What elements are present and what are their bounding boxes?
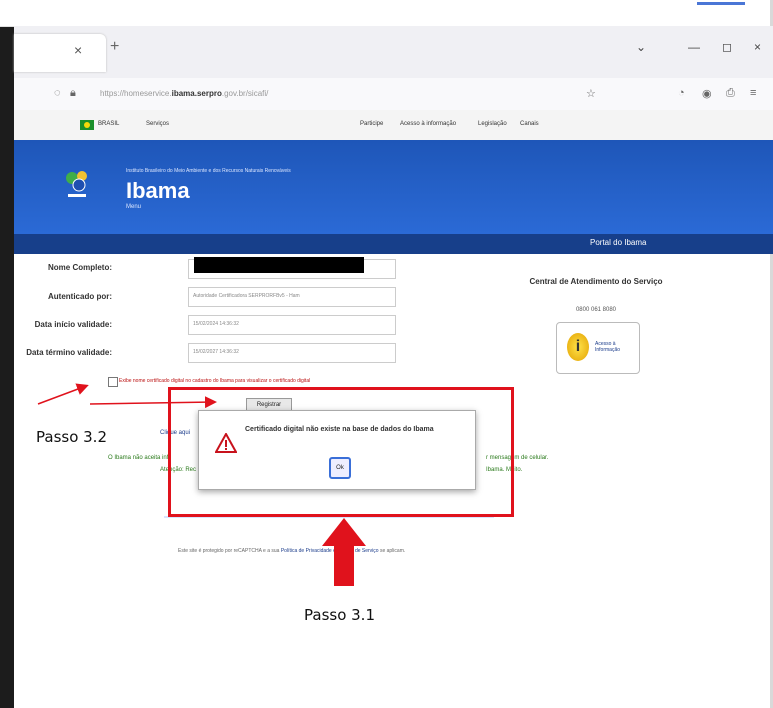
big-up-arrow (322, 518, 366, 586)
caption-passo-3-2: Passo 3.2 (36, 428, 107, 446)
arrow-to-checkbox (37, 383, 89, 405)
caption-passo-3-1: Passo 3.1 (304, 606, 375, 624)
arrow-to-register (89, 396, 217, 409)
annotation-arrows (37, 383, 366, 586)
